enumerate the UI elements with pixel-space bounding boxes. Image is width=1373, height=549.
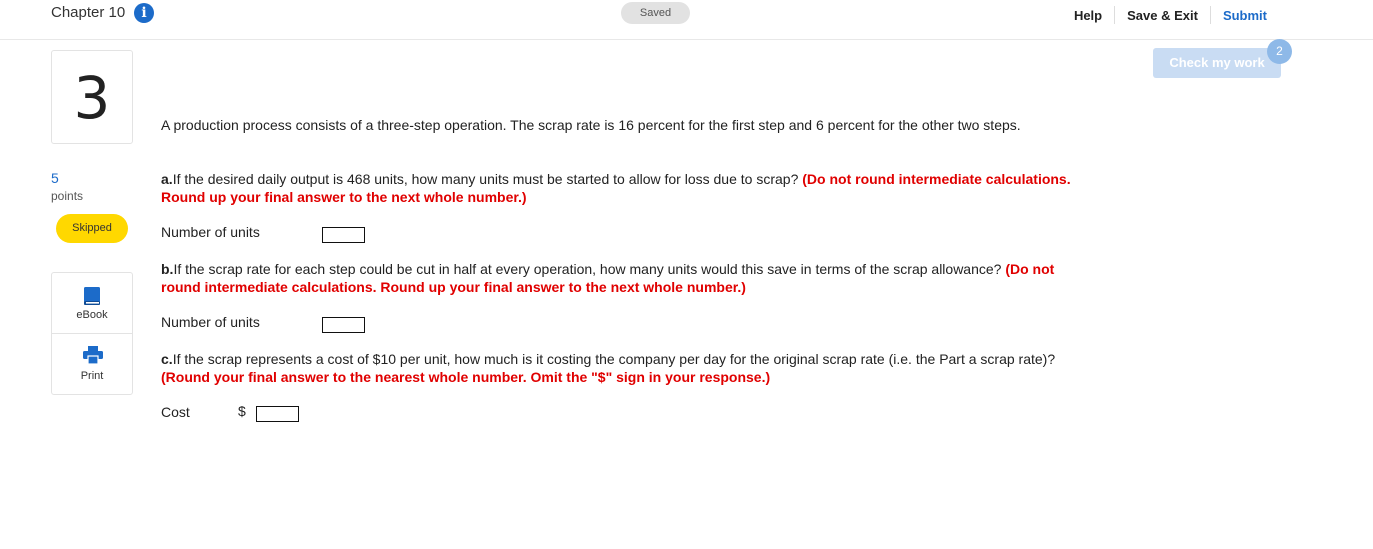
check-my-work-button[interactable]: Check my work <box>1153 48 1281 78</box>
book-icon <box>84 287 100 305</box>
chapter-title: Chapter 10 <box>51 4 126 21</box>
part-c-text: If the scrap represents a cost of $10 pe… <box>172 351 1056 367</box>
check-attempts-badge: 2 <box>1267 39 1292 64</box>
problem-intro: A production process consists of a three… <box>161 117 1021 133</box>
printer-icon <box>83 346 103 364</box>
points-value: 5 <box>51 170 59 186</box>
part-a-question: a.If the desired daily output is 468 uni… <box>161 170 1096 206</box>
part-c-answer-input[interactable] <box>256 406 299 422</box>
saved-status: Saved <box>621 2 690 24</box>
submit-link[interactable]: Submit <box>1211 8 1279 23</box>
top-bar: Chapter 10 i Saved Help Save & Exit Subm… <box>0 0 1373 40</box>
part-a-text: If the desired daily output is 468 units… <box>172 171 803 187</box>
currency-symbol: $ <box>238 403 246 419</box>
part-a-answer-input[interactable] <box>322 227 365 243</box>
part-a-letter: a. <box>161 171 173 187</box>
part-b-question: b.If the scrap rate for each step could … <box>161 260 1096 296</box>
part-c-instruction: (Round your final answer to the nearest … <box>161 369 771 385</box>
points-label: points <box>51 189 84 203</box>
part-b-text: If the scrap rate for each step could be… <box>173 261 1006 277</box>
ebook-button[interactable]: eBook <box>52 273 132 334</box>
top-links: Help Save & Exit Submit <box>1062 6 1279 24</box>
part-c-letter: c. <box>161 351 173 367</box>
save-exit-link[interactable]: Save & Exit <box>1115 8 1210 23</box>
tools-panel: eBook Print <box>51 272 133 395</box>
help-link[interactable]: Help <box>1062 8 1114 23</box>
part-b-field-label: Number of units <box>161 314 260 330</box>
part-b-answer-input[interactable] <box>322 317 365 333</box>
ebook-label: eBook <box>76 309 108 321</box>
print-label: Print <box>80 370 104 382</box>
part-c-field-label: Cost <box>161 404 190 420</box>
info-icon[interactable]: i <box>134 3 154 23</box>
question-number: 3 <box>51 50 133 144</box>
part-a-field-label: Number of units <box>161 224 260 240</box>
part-c-question: c.If the scrap represents a cost of $10 … <box>161 350 1096 386</box>
status-badge: Skipped <box>56 214 128 243</box>
part-b-letter: b. <box>161 261 174 277</box>
print-button[interactable]: Print <box>52 334 132 394</box>
